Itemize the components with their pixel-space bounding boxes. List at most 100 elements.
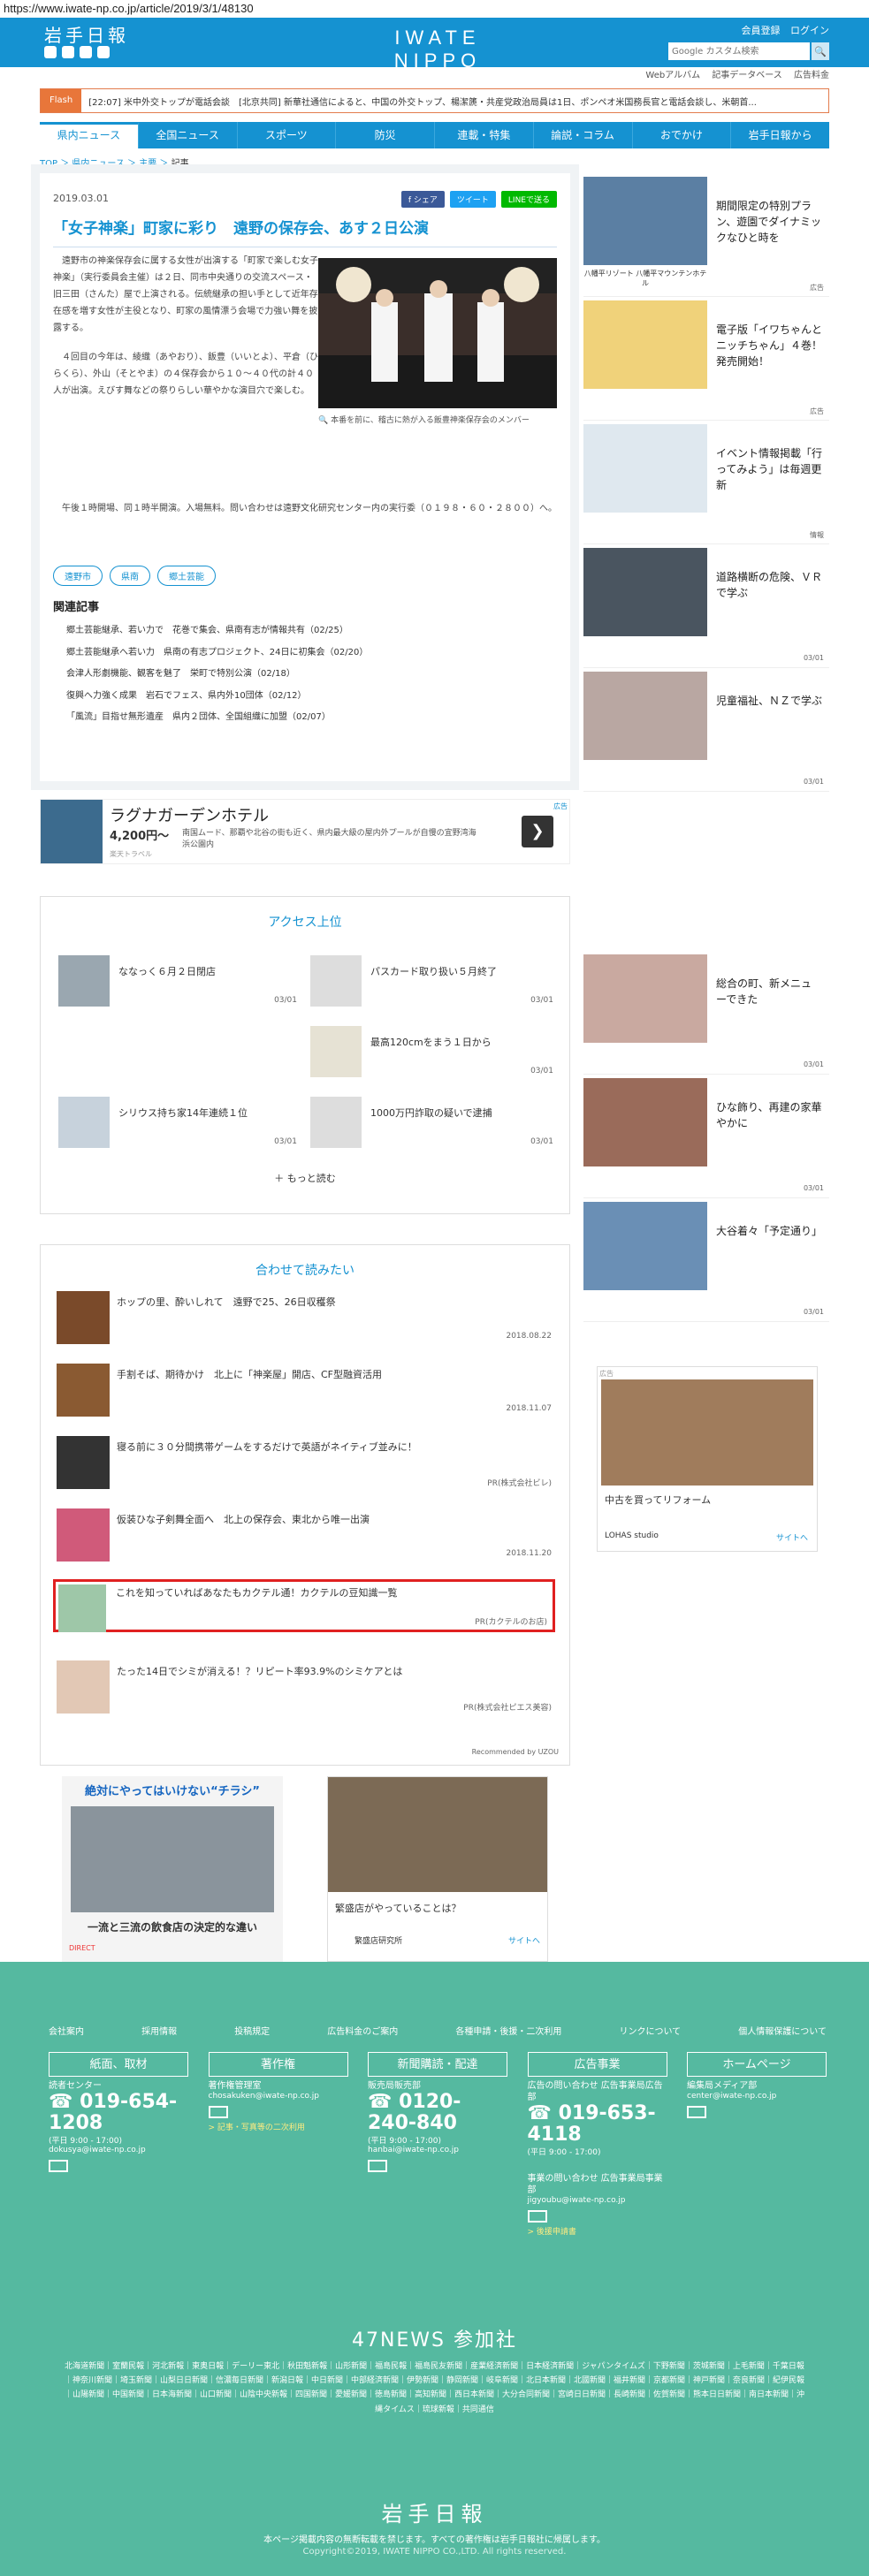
sidebar-item[interactable]: ひな飾り、再建の家華やかに 03/01 (583, 1075, 829, 1198)
footer-col-heading[interactable]: 紙面、取材 (49, 2052, 188, 2077)
email-address[interactable]: chosakuken@iwate-np.co.jp (209, 2092, 348, 2101)
news47-list[interactable]: 北海道新聞｜室蘭民報｜河北新報｜東奥日報｜デーリー東北｜秋田魁新報｜山形新聞｜福… (62, 2359, 807, 2417)
recommend-item-highlighted[interactable]: これを知っていればあなたもカクテル通！カクテルの豆知識一覧 PR(カクテルのお店… (53, 1579, 555, 1632)
footer-link[interactable]: リンクについて (619, 2024, 681, 2037)
lohas-ad[interactable]: 広告 中古を買ってリフォーム LOHAS studio サイトへ (597, 1366, 818, 1552)
footer-link[interactable]: 採用情報 (141, 2024, 177, 2037)
sidebar-item[interactable]: 電子版「イワちゃんとニッチちゃん」４巻！発売開始！ 広告 (583, 297, 829, 421)
twitter-icon[interactable] (44, 46, 57, 58)
footer-link[interactable]: 投稿規定 (234, 2024, 270, 2037)
nav-national-news[interactable]: 全国ニュース (139, 122, 238, 148)
sidebar-thumb (583, 424, 707, 513)
crumb-local[interactable]: 県内ニュース (72, 159, 125, 169)
ranking-item[interactable]: パスカード取り扱い５月終了 03/01 (310, 955, 553, 1008)
ad-link[interactable]: サイトへ (776, 1531, 808, 1543)
recommend-title: 寝る前に３０分間携帯ゲームをするだけで英語がネイティブ並みに！ (117, 1441, 417, 1453)
hotel-ad[interactable]: ラグナガーデンホテル 4,200円～ 南国ムード、那覇や北谷の街も近く、県内最大… (40, 799, 570, 864)
sidebar-item[interactable]: 総合の町、新メニューできた 03/01 (583, 951, 829, 1075)
brand-logo[interactable]: IWATE NIPPO 2019.03.01. 金 (349, 27, 526, 88)
mail-icon[interactable] (368, 2160, 387, 2173)
subnav-album[interactable]: Webアルバム (645, 71, 700, 80)
social-links (44, 46, 110, 58)
tweet-button[interactable]: ツイート (449, 191, 496, 208)
address-bar[interactable]: https://www.iwate-np.co.jp/article/2019/… (0, 0, 869, 18)
nav-local-news[interactable]: 県内ニュース (40, 122, 139, 148)
sidebar-item[interactable]: 八幡平リゾート 八幡平マウンテンホテル 期間限定の特別プラン、遊園でダイナミック… (583, 173, 829, 297)
related-item[interactable]: 「風流」目指せ無形遺産 県内２団体、全国組織に加盟（02/07） (66, 707, 368, 729)
hotel-name: ラグナガーデンホテル (110, 807, 269, 825)
line-share-button[interactable]: LINEで送る (500, 191, 557, 208)
nav-features[interactable]: 連載・特集 (435, 122, 534, 148)
tag-folk-arts[interactable]: 郷土芸能 (157, 566, 216, 586)
sidebar-item[interactable]: イベント情報掲載「行ってみよう」は毎週更新 情報 (583, 421, 829, 544)
facebook-icon[interactable] (62, 46, 74, 58)
nav-from-nippo[interactable]: 岩手日報から (731, 122, 829, 148)
email-address[interactable]: dokusya@iwate-np.co.jp (49, 2146, 188, 2154)
footer-logo[interactable]: 岩手日報 (0, 2496, 869, 2527)
footer-link[interactable]: 個人情報保護について (738, 2024, 827, 2037)
instagram-icon[interactable] (80, 46, 92, 58)
site-logo[interactable]: 岩手日報 (44, 21, 129, 47)
footer-col-heading[interactable]: 広告事業 (527, 2052, 667, 2077)
footer-col-homepage: ホームページ 編集局メディア部 center@iwate-np.co.jp (687, 2052, 827, 2237)
tag-kennan[interactable]: 県南 (110, 566, 150, 586)
nav-sports[interactable]: スポーツ (238, 122, 337, 148)
sidebar-item[interactable]: 道路横断の危険、ＶＲで学ぶ 03/01 (583, 544, 829, 668)
footer-link[interactable]: 会社案内 (49, 2024, 84, 2037)
recommend-item[interactable]: 手割そば、期待かけ 北上に「神楽屋」開店、CF型融資活用 2018.11.07 (57, 1364, 552, 1425)
email-address[interactable]: jigyoubu@iwate-np.co.jp (528, 2196, 667, 2205)
chirashi-ad[interactable]: 絶対にやってはいけない“チラシ” 一流と三流の飲食店の決定的な違い DIRECT (62, 1776, 283, 1962)
ranking-item[interactable]: 1000万円詐取の疑いで逮捕 03/01 (310, 1097, 553, 1150)
login-link[interactable]: ログイン (790, 25, 829, 36)
subnav-ad-rates[interactable]: 広告料金 (794, 71, 829, 80)
ad-link[interactable]: サイトへ (508, 1934, 540, 1946)
sidebar-item[interactable]: 児童福祉、ＮＺで学ぶ 03/01 (583, 668, 829, 792)
ranking-item[interactable]: 最高120cmをまう１日から 03/01 (310, 1026, 553, 1079)
flash-text[interactable]: [22:07] 米中外交トップが電話会談 [北京共同] 新華社通信によると、中国… (81, 95, 757, 108)
related-item[interactable]: 郷土芸能継承、若い力で 花巻で集会、県南有志が情報共有（02/25） (66, 620, 368, 642)
mail-icon[interactable] (49, 2160, 68, 2173)
register-link[interactable]: 会員登録 (742, 25, 781, 36)
restaurant-ad[interactable]: 繁盛店がやっていることは？ 繁盛店研究所 サイトへ (327, 1776, 548, 1962)
footer-col-heading[interactable]: ホームページ (687, 2052, 827, 2077)
footer-col-heading[interactable]: 新聞購読・配達 (368, 2052, 507, 2077)
nav-disaster[interactable]: 防災 (336, 122, 435, 148)
search-button[interactable]: 🔍 (812, 42, 829, 60)
recommended-by[interactable]: Recommended by UZOU (472, 1748, 559, 1756)
mail-icon[interactable] (687, 2106, 706, 2118)
ad-title: 絶対にやってはいけない“チラシ” (85, 1785, 260, 1798)
recommend-item[interactable]: ホップの里、酔いしれて 遠野で25、26日収穫祭 2018.08.22 (57, 1291, 552, 1353)
mail-icon[interactable] (208, 2106, 228, 2118)
nav-opinion[interactable]: 論説・コラム (534, 122, 633, 148)
recommend-item[interactable]: たった14日でシミが消える！？リピート率93.9%のシミケアとは PR(株式会社… (57, 1660, 552, 1722)
related-item[interactable]: 会津人形劇機能、観客を魅了 栄町で特別公演（02/18） (66, 664, 368, 686)
youtube-icon[interactable] (97, 46, 110, 58)
footer-link[interactable]: 各種申請・後援・二次利用 (455, 2024, 561, 2037)
recommend-item[interactable]: 仮装ひな子剣舞全面へ 北上の保存会、東北から唯一出演 2018.11.20 (57, 1508, 552, 1570)
recommend-item[interactable]: 寝る前に３０分間携帯ゲームをするだけで英語がネイティブ並みに！ PR(株式会社ビ… (57, 1436, 552, 1498)
ranking-item[interactable]: シリウス持ち家14年連続１位 03/01 (58, 1097, 297, 1150)
mail-icon[interactable] (527, 2210, 547, 2223)
news47-title: 47NEWS 参加社 (351, 2329, 518, 2352)
chevron-right-icon[interactable]: ❯ (522, 816, 553, 847)
subnav-database[interactable]: 記事データベース (712, 71, 782, 80)
ranking-item[interactable]: ななっく６月２日閉店 03/01 (58, 955, 297, 1008)
nav-outings[interactable]: おでかけ (633, 122, 732, 148)
email-address[interactable]: hanbai@iwate-np.co.jp (368, 2146, 507, 2154)
related-item[interactable]: 復興へ力強く成果 岩石でフェス、県内外10団体（02/12） (66, 686, 368, 708)
more-button[interactable]: ＋ もっと読む (41, 1171, 569, 1185)
zoom-icon[interactable]: 🔍 (318, 416, 328, 425)
footer-col-heading[interactable]: 著作権 (208, 2052, 348, 2077)
crumb-top[interactable]: TOP (40, 159, 57, 169)
tag-tono[interactable]: 遠野市 (53, 566, 103, 586)
search-input[interactable] (668, 42, 810, 60)
secondary-use-link[interactable]: > 記事・写真等の二次利用 (209, 2121, 348, 2132)
footer-link[interactable]: 広告料金のご案内 (327, 2024, 398, 2037)
sponsorship-link[interactable]: > 後援申請書 (528, 2225, 667, 2237)
crumb-main[interactable]: 主要 (139, 159, 156, 169)
email-address[interactable]: center@iwate-np.co.jp (687, 2092, 827, 2101)
facebook-share-button[interactable]: f シェア (400, 191, 445, 208)
sidebar-item[interactable]: 大谷着々「予定通り」 03/01 (583, 1198, 829, 1322)
article-photo[interactable] (318, 258, 557, 408)
related-item[interactable]: 郷土芸能継承へ若い力 県南の有志プロジェクト、24日に初集会（02/20） (66, 642, 368, 665)
